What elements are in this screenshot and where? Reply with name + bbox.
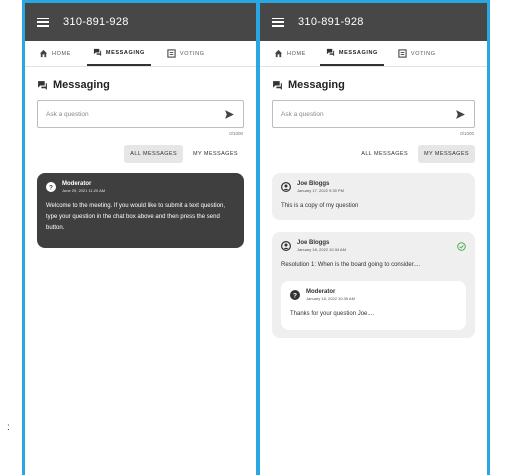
reply-text: Thanks for your question Joe....	[290, 311, 375, 317]
moderator-message-card: ? Moderator June 29, 2021 11:20 AM Welco…	[37, 173, 244, 248]
tab-home[interactable]: HOME	[268, 41, 312, 66]
panel-all-messages: 310-891-928 HOME MESSAGING VOTING Messag…	[25, 3, 256, 475]
message-card: Joe Bloggs January 17, 2022 9:35 PM This…	[272, 173, 475, 220]
menu-icon[interactable]	[272, 17, 284, 27]
tab-voting[interactable]: VOTING	[392, 41, 442, 66]
section-title-text: Messaging	[53, 79, 110, 91]
section-title: Messaging	[37, 79, 244, 91]
message-timestamp: January 18, 2022 10:34 AM	[297, 247, 346, 252]
phone-number: 310-891-928	[298, 16, 364, 28]
top-bar: 310-891-928	[260, 3, 487, 41]
chat-icon	[326, 48, 335, 57]
moderator-avatar-icon: ?	[46, 182, 56, 192]
message-author: Joe Bloggs	[297, 240, 330, 246]
tab-messaging-label: MESSAGING	[338, 49, 378, 56]
character-counter: 0/1000	[460, 131, 474, 136]
message-author: Moderator	[62, 181, 92, 187]
tab-messaging[interactable]: MESSAGING	[86, 41, 151, 66]
menu-icon[interactable]	[37, 17, 49, 27]
message-text: Resolution 1: When is the board going to…	[281, 262, 421, 268]
ask-box	[37, 100, 244, 128]
message-filters: ALL MESSAGES MY MESSAGES	[272, 145, 475, 163]
tab-voting-label: VOTING	[179, 50, 205, 57]
tab-voting-label: VOTING	[410, 50, 436, 57]
svg-text:?: ?	[49, 184, 53, 191]
tab-home[interactable]: HOME	[33, 41, 77, 66]
reply-author: Moderator	[306, 289, 336, 295]
tab-messaging[interactable]: MESSAGING	[319, 41, 384, 66]
tab-voting[interactable]: VOTING	[161, 41, 211, 66]
message-text: This is a copy of my question	[281, 203, 359, 209]
message-timestamp: January 17, 2022 9:35 PM	[297, 188, 344, 193]
character-counter: 0/1000	[229, 131, 243, 136]
reply-timestamp: January 18, 2022 10:35 AM	[306, 296, 355, 301]
svg-text:?: ?	[293, 292, 297, 299]
filter-all-messages[interactable]: ALL MESSAGES	[355, 145, 414, 163]
answered-check-icon	[457, 241, 466, 251]
filter-my-messages[interactable]: MY MESSAGES	[187, 145, 244, 163]
ballot-icon	[398, 49, 407, 58]
tab-home-label: HOME	[52, 50, 71, 57]
message-card-answered: Joe Bloggs January 18, 2022 10:34 AM Res…	[272, 232, 475, 338]
reply-header: ? Moderator January 18, 2022 10:35 AM	[290, 289, 457, 301]
user-avatar-icon	[281, 182, 291, 192]
send-icon[interactable]	[455, 109, 466, 120]
ask-question-input[interactable]	[46, 110, 196, 118]
moderator-reply: ? Moderator January 18, 2022 10:35 AM Th…	[281, 281, 466, 330]
panel-my-messages: 310-891-928 HOME MESSAGING VOTING Messag…	[260, 3, 487, 475]
filter-all-messages[interactable]: ALL MESSAGES	[124, 145, 184, 163]
message-header: ? Moderator June 29, 2021 11:20 AM	[46, 181, 235, 193]
tab-bar: HOME MESSAGING VOTING	[260, 41, 487, 67]
ask-question-input[interactable]	[281, 110, 431, 118]
phone-number: 310-891-928	[63, 16, 129, 28]
moderator-avatar-icon: ?	[290, 290, 300, 300]
home-icon	[274, 49, 283, 58]
message-header: Joe Bloggs January 17, 2022 9:35 PM	[281, 181, 466, 193]
send-icon[interactable]	[224, 109, 235, 120]
ballot-icon	[167, 49, 176, 58]
tab-home-label: HOME	[287, 50, 306, 57]
chat-icon	[273, 80, 282, 90]
section-title: Messaging	[272, 79, 475, 91]
filter-my-messages[interactable]: MY MESSAGES	[418, 145, 475, 163]
app-frame: 310-891-928 HOME MESSAGING VOTING Messag…	[22, 0, 490, 475]
message-text: Welcome to the meeting. If you would lik…	[46, 203, 225, 231]
user-avatar-icon	[281, 241, 291, 251]
message-author: Joe Bloggs	[297, 181, 330, 187]
message-filters: ALL MESSAGES MY MESSAGES	[37, 145, 244, 163]
section-title-text: Messaging	[288, 79, 345, 91]
message-timestamp: June 29, 2021 11:20 AM	[62, 188, 106, 193]
ask-box	[272, 100, 475, 128]
margin-mark: :	[7, 422, 10, 433]
chat-icon	[93, 48, 102, 57]
top-bar: 310-891-928	[25, 3, 256, 41]
chat-icon	[38, 80, 47, 90]
home-icon	[39, 49, 48, 58]
tab-bar: HOME MESSAGING VOTING	[25, 41, 256, 67]
tab-messaging-label: MESSAGING	[105, 49, 145, 56]
message-header: Joe Bloggs January 18, 2022 10:34 AM	[281, 240, 466, 252]
